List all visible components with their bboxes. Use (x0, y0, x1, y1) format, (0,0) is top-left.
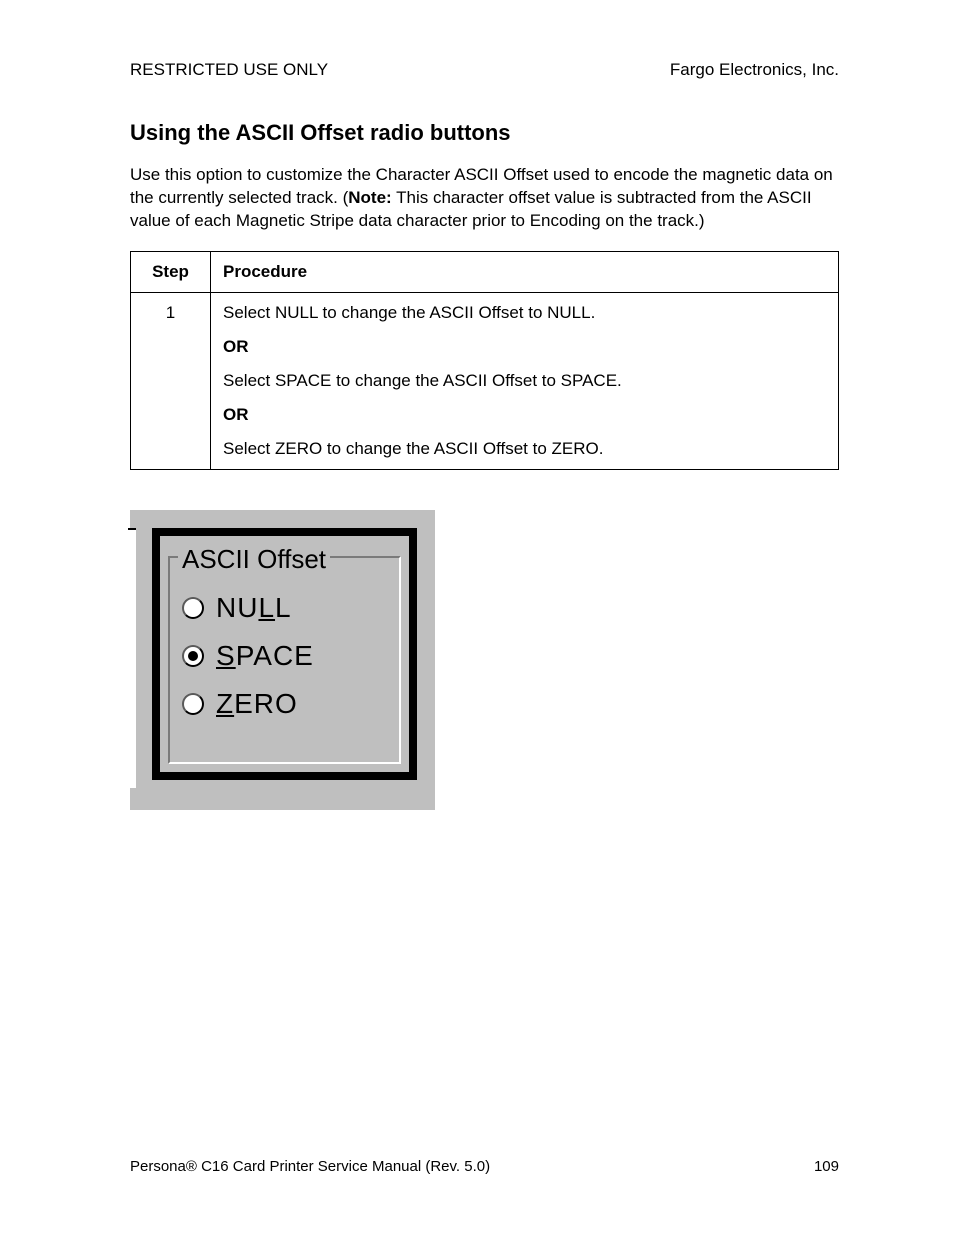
proc-line: OR (223, 405, 826, 425)
footer-left: Persona® C16 Card Printer Service Manual… (130, 1158, 490, 1175)
proc-line: OR (223, 337, 826, 357)
radio-icon (182, 597, 204, 619)
radio-selected-dot (188, 651, 198, 661)
cell-procedure: Select NULL to change the ASCII Offset t… (211, 292, 839, 469)
radio-zero[interactable]: ZERO (182, 680, 314, 728)
radio-label: NULL (216, 592, 292, 624)
radio-label: SPACE (216, 640, 314, 672)
proc-line: Select SPACE to change the ASCII Offset … (223, 371, 826, 391)
footer-page-number: 109 (814, 1158, 839, 1175)
window-edge (128, 528, 136, 788)
radio-icon (182, 645, 204, 667)
table-header-row: Step Procedure (131, 251, 839, 292)
col-procedure: Procedure (211, 251, 839, 292)
procedure-table: Step Procedure 1 Select NULL to change t… (130, 251, 839, 470)
page-footer: Persona® C16 Card Printer Service Manual… (130, 1158, 839, 1175)
radio-label: ZERO (216, 688, 298, 720)
header-left: RESTRICTED USE ONLY (130, 60, 328, 80)
page: RESTRICTED USE ONLY Fargo Electronics, I… (0, 0, 954, 1235)
note-label: Note: (348, 188, 391, 207)
header-right: Fargo Electronics, Inc. (670, 60, 839, 80)
section-title: Using the ASCII Offset radio buttons (130, 120, 839, 146)
radio-list: NULL SPACE ZERO (182, 584, 314, 728)
proc-line: Select NULL to change the ASCII Offset t… (223, 303, 826, 323)
cell-step: 1 (131, 292, 211, 469)
proc-line: Select ZERO to change the ASCII Offset t… (223, 439, 826, 459)
col-step: Step (131, 251, 211, 292)
table-row: 1 Select NULL to change the ASCII Offset… (131, 292, 839, 469)
groupbox-legend: ASCII Offset (178, 544, 330, 575)
radio-null[interactable]: NULL (182, 584, 314, 632)
ascii-offset-groupbox: ASCII Offset NULL SPACE ZERO (152, 528, 417, 780)
page-header: RESTRICTED USE ONLY Fargo Electronics, I… (130, 60, 839, 80)
screenshot-figure: ASCII Offset NULL SPACE ZERO (130, 510, 435, 810)
radio-space[interactable]: SPACE (182, 632, 314, 680)
radio-icon (182, 693, 204, 715)
intro-paragraph: Use this option to customize the Charact… (130, 164, 839, 233)
